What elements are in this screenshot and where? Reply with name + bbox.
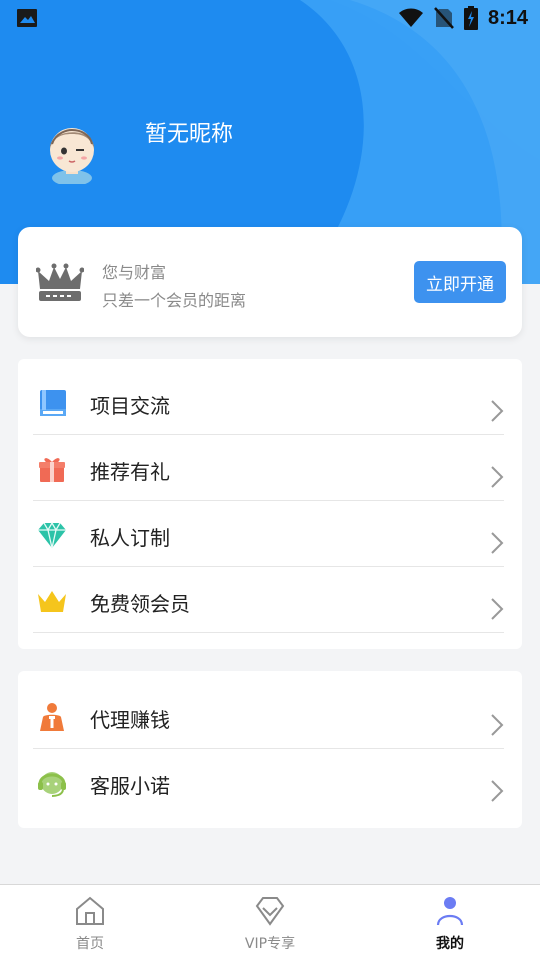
menu-group-1: 项目交流 推荐有礼 私人订制 免费领会员 xyxy=(18,359,522,649)
menu-item-customer-service[interactable]: 客服小诺 xyxy=(18,749,522,815)
diamond-icon xyxy=(38,521,66,549)
battery-charging-icon xyxy=(463,6,478,30)
wifi-icon xyxy=(398,8,423,27)
avatar[interactable] xyxy=(40,120,104,186)
tab-mine[interactable]: 我的 xyxy=(360,885,540,960)
menu-item-free-membership[interactable]: 免费领会员 xyxy=(18,567,522,633)
agent-icon xyxy=(40,703,64,731)
gift-icon xyxy=(39,458,65,482)
chevron-right-icon xyxy=(491,780,504,802)
profile-section: 暂无昵称 xyxy=(0,100,540,200)
image-icon xyxy=(17,9,37,27)
menu-label: 推荐有礼 xyxy=(90,460,170,484)
tab-label: 我的 xyxy=(436,936,464,952)
menu-item-private-custom[interactable]: 私人订制 xyxy=(18,501,522,567)
menu-item-agent-earn[interactable]: 代理赚钱 xyxy=(18,683,522,749)
chevron-right-icon xyxy=(491,598,504,620)
user-icon xyxy=(436,897,464,926)
open-vip-button[interactable]: 立即开通 xyxy=(414,261,506,303)
menu-label: 代理赚钱 xyxy=(90,708,170,732)
book-icon xyxy=(40,390,66,416)
menu-label: 私人订制 xyxy=(90,526,170,550)
status-time: 8:14 xyxy=(487,6,528,29)
vip-tagline-1: 您与财富 xyxy=(102,263,167,282)
vip-tagline-2: 只差一个会员的距离 xyxy=(102,291,247,310)
tab-label: VIP专享 xyxy=(244,936,296,952)
chevron-right-icon xyxy=(491,466,504,488)
vip-diamond-icon xyxy=(255,897,285,926)
chevron-right-icon xyxy=(491,532,504,554)
divider xyxy=(33,632,504,633)
menu-item-project-exchange[interactable]: 项目交流 xyxy=(18,369,522,435)
home-icon xyxy=(76,896,104,925)
menu-item-referral-gift[interactable]: 推荐有礼 xyxy=(18,435,522,501)
headset-icon xyxy=(38,772,66,797)
menu-label: 客服小诺 xyxy=(90,774,170,798)
crown-icon xyxy=(38,591,66,612)
bottom-tab-bar: 首页 VIP专享 我的 xyxy=(0,884,540,960)
tab-vip[interactable]: VIP专享 xyxy=(180,885,360,960)
no-sim-icon xyxy=(434,7,454,29)
status-bar: 8:14 xyxy=(0,0,540,36)
crown-icon xyxy=(36,263,84,301)
tab-home[interactable]: 首页 xyxy=(0,885,180,960)
chevron-right-icon xyxy=(491,400,504,422)
vip-card[interactable]: 您与财富 只差一个会员的距离 立即开通 xyxy=(18,227,522,337)
nickname[interactable]: 暂无昵称 xyxy=(145,116,233,148)
chevron-right-icon xyxy=(491,714,504,736)
tab-label: 首页 xyxy=(76,936,104,952)
menu-label: 免费领会员 xyxy=(90,592,190,616)
menu-group-2: 代理赚钱 客服小诺 xyxy=(18,671,522,828)
menu-label: 项目交流 xyxy=(90,394,170,418)
cartoon-avatar-icon xyxy=(50,128,94,186)
